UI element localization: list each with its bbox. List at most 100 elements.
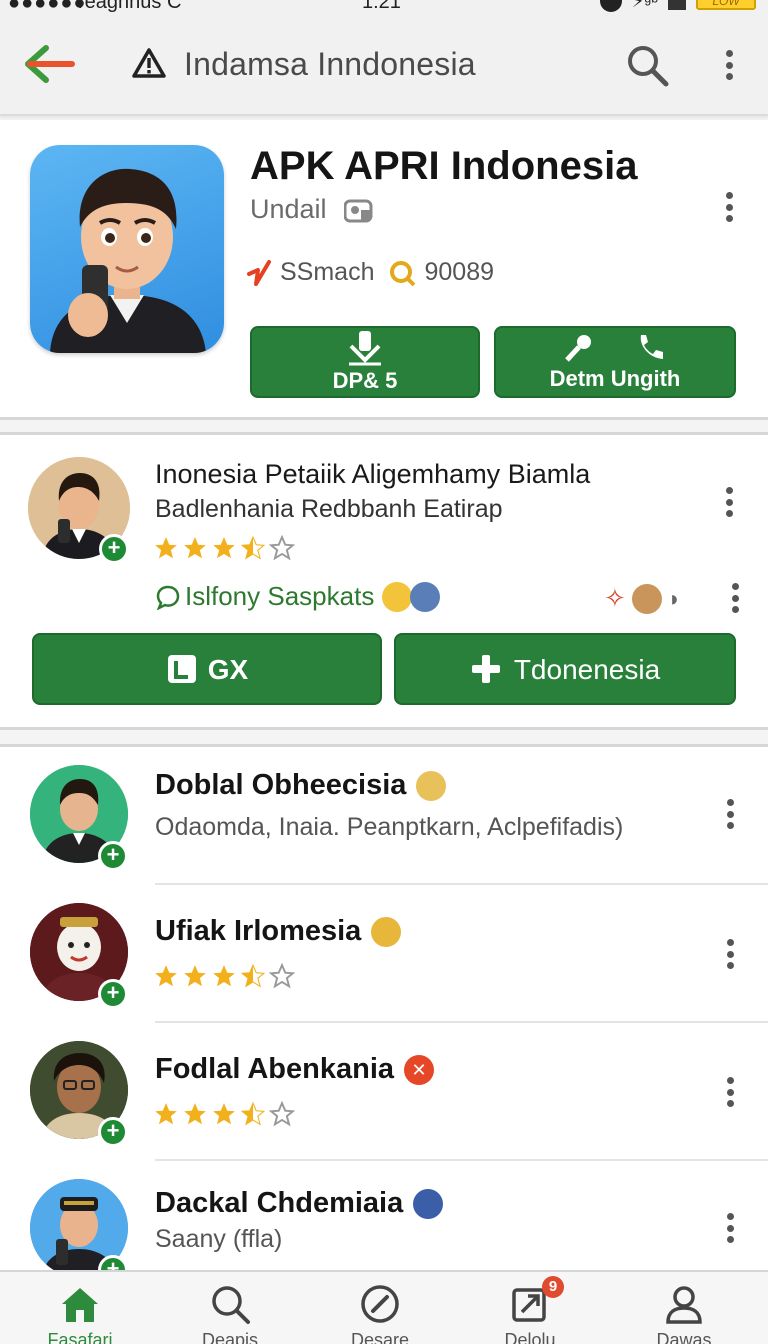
featured-card: + Inonesia Petaiik Aligemhamy Biamla Bad… (0, 432, 768, 730)
follow-badge-icon[interactable]: + (98, 979, 128, 1009)
battery-small-icon (668, 0, 686, 10)
add-button-label: Tdonenesia (513, 654, 661, 685)
battery-icon: LOW (696, 0, 756, 10)
l-square-icon (167, 655, 196, 683)
list-item-subtitle: Saany (ffla) (155, 1225, 283, 1253)
notification-dot-icon (599, 0, 622, 12)
verified-developer-icon (344, 199, 373, 223)
gx-button-label: GX (207, 654, 249, 685)
wifi-icon: ⚡ᵍᵇ (631, 0, 658, 11)
list-item[interactable]: + Fodlal Abenkania ✕ (0, 1023, 768, 1161)
trending-icon (247, 259, 271, 286)
list-item[interactable]: + Dackal Chdemiaia Saany (ffla) (0, 1161, 768, 1270)
status-bar: ●●●●●● reaghnus C 1:21 ⚡ᵍᵇ LOW (0, 0, 768, 16)
nav-updates[interactable]: 9 Delolu (470, 1276, 590, 1344)
chat-icon (156, 585, 180, 610)
star-full-icon (213, 1103, 235, 1125)
carrier-name: reaghnus C (78, 0, 182, 13)
phone-icon (640, 335, 663, 359)
nav-profile[interactable]: Dawas (624, 1282, 744, 1344)
follow-badge-icon[interactable]: + (98, 841, 128, 871)
bottom-navigation: Fasafari Deapis Desare 9 Delolu Dawas (0, 1270, 768, 1344)
star-half-icon (240, 963, 266, 988)
key-icon (565, 335, 591, 362)
download-count-icon (390, 260, 416, 286)
status-time: 1:21 (362, 0, 401, 13)
surprised-emoji-icon (382, 581, 413, 612)
star-full-icon (213, 537, 235, 559)
list-item[interactable]: + Doblal Obheecisia Odaomda, Inaia. Pean… (0, 747, 768, 885)
compass-icon (361, 1285, 399, 1323)
star-full-icon (155, 965, 177, 987)
add-button[interactable]: Tdonenesia (394, 633, 736, 705)
app-header-card: APK APRI Indonesia Undail SSmach 90089 D… (0, 120, 768, 420)
emoji-face-icon (371, 916, 402, 947)
download-icon (349, 331, 381, 366)
featured-more-icon[interactable] (730, 583, 740, 613)
download-count: 90089 (424, 258, 495, 286)
warning-icon (132, 48, 166, 78)
follow-badge-icon[interactable]: + (99, 534, 129, 564)
list-item-title: Doblal Obheecisia (155, 769, 407, 801)
emoji-face-icon (413, 1188, 444, 1219)
app-icon (30, 145, 224, 353)
overflow-menu-icon[interactable] (724, 50, 734, 80)
install-button-label: DP& 5 (332, 368, 398, 393)
featured-rating (153, 535, 295, 561)
search-icon (212, 1286, 250, 1324)
list-item[interactable]: + Ufiak Irlomesia (0, 885, 768, 1023)
nav-search[interactable]: Deapis (170, 1282, 290, 1344)
nav-discover[interactable]: Desare (320, 1282, 440, 1344)
nav-updates-label: Delolu (504, 1330, 556, 1344)
star-half-icon (240, 535, 266, 560)
featured-title: Inonesia Petaiik Aligemhamy Biamla (155, 459, 591, 489)
gx-button[interactable]: GX (32, 633, 382, 705)
home-icon (62, 1288, 98, 1322)
list-item-title: Dackal Chdemiaia (155, 1187, 404, 1219)
app-bar: Indamsa Inndonesia (0, 16, 768, 116)
featured-tag-label: Islfony Saspkats (185, 581, 375, 611)
list-item-overflow-icon[interactable] (725, 1213, 735, 1243)
follow-badge-icon[interactable]: + (98, 1117, 128, 1147)
app-title: APK APRI Indonesia (250, 144, 638, 188)
nav-discover-label: Desare (350, 1330, 410, 1344)
featured-overflow-icon[interactable] (724, 487, 734, 517)
list-item-overflow-icon[interactable] (725, 1077, 735, 1107)
emoji-face-icon (416, 770, 447, 801)
list-item-subtitle: Odaomda, Inaia. Peanptkarn, Aclpefifadis… (155, 813, 624, 841)
app-list: + Doblal Obheecisia Odaomda, Inaia. Pean… (0, 744, 768, 1270)
plus-icon (471, 655, 500, 683)
emoji-face-icon (631, 583, 662, 614)
sound-icon: ◗ (667, 585, 682, 611)
call-button[interactable]: Detm Ungith (494, 326, 736, 398)
star-full-icon (184, 537, 206, 559)
star-full-icon (184, 1103, 206, 1125)
app-category: SSmach (280, 258, 375, 286)
star-empty-icon (269, 963, 295, 989)
list-item-rating (153, 963, 295, 989)
star-full-icon (155, 1103, 177, 1125)
star-full-icon (213, 965, 235, 987)
sparkle-icon: ✧ (604, 583, 626, 613)
profile-icon (666, 1286, 702, 1324)
signal-icon: ●●●●●● (8, 0, 87, 14)
list-item-overflow-icon[interactable] (725, 939, 735, 969)
star-empty-icon (269, 1101, 295, 1127)
star-full-icon (184, 965, 206, 987)
app-overflow-menu-icon[interactable] (724, 192, 734, 222)
search-icon[interactable] (624, 42, 670, 88)
notification-badge: 9 (542, 1276, 564, 1298)
nav-home[interactable]: Fasafari (20, 1282, 140, 1344)
featured-tag[interactable]: Islfony Saspkats (155, 581, 441, 612)
back-arrow-icon[interactable] (22, 42, 76, 86)
nav-search-label: Deapis (201, 1330, 259, 1344)
developer-name[interactable]: Undail (250, 194, 327, 225)
close-icon: ✕ (404, 1054, 435, 1085)
list-item-overflow-icon[interactable] (725, 799, 735, 829)
list-item-rating (153, 1101, 295, 1127)
reaction-icons: ✧ ◗ (604, 583, 681, 614)
install-button[interactable]: DP& 5 (250, 326, 480, 398)
featured-subtitle: Badlenhania Redbbanh Eatirap (155, 495, 503, 523)
star-half-icon (240, 1101, 266, 1126)
user-mini-avatar (410, 581, 441, 612)
